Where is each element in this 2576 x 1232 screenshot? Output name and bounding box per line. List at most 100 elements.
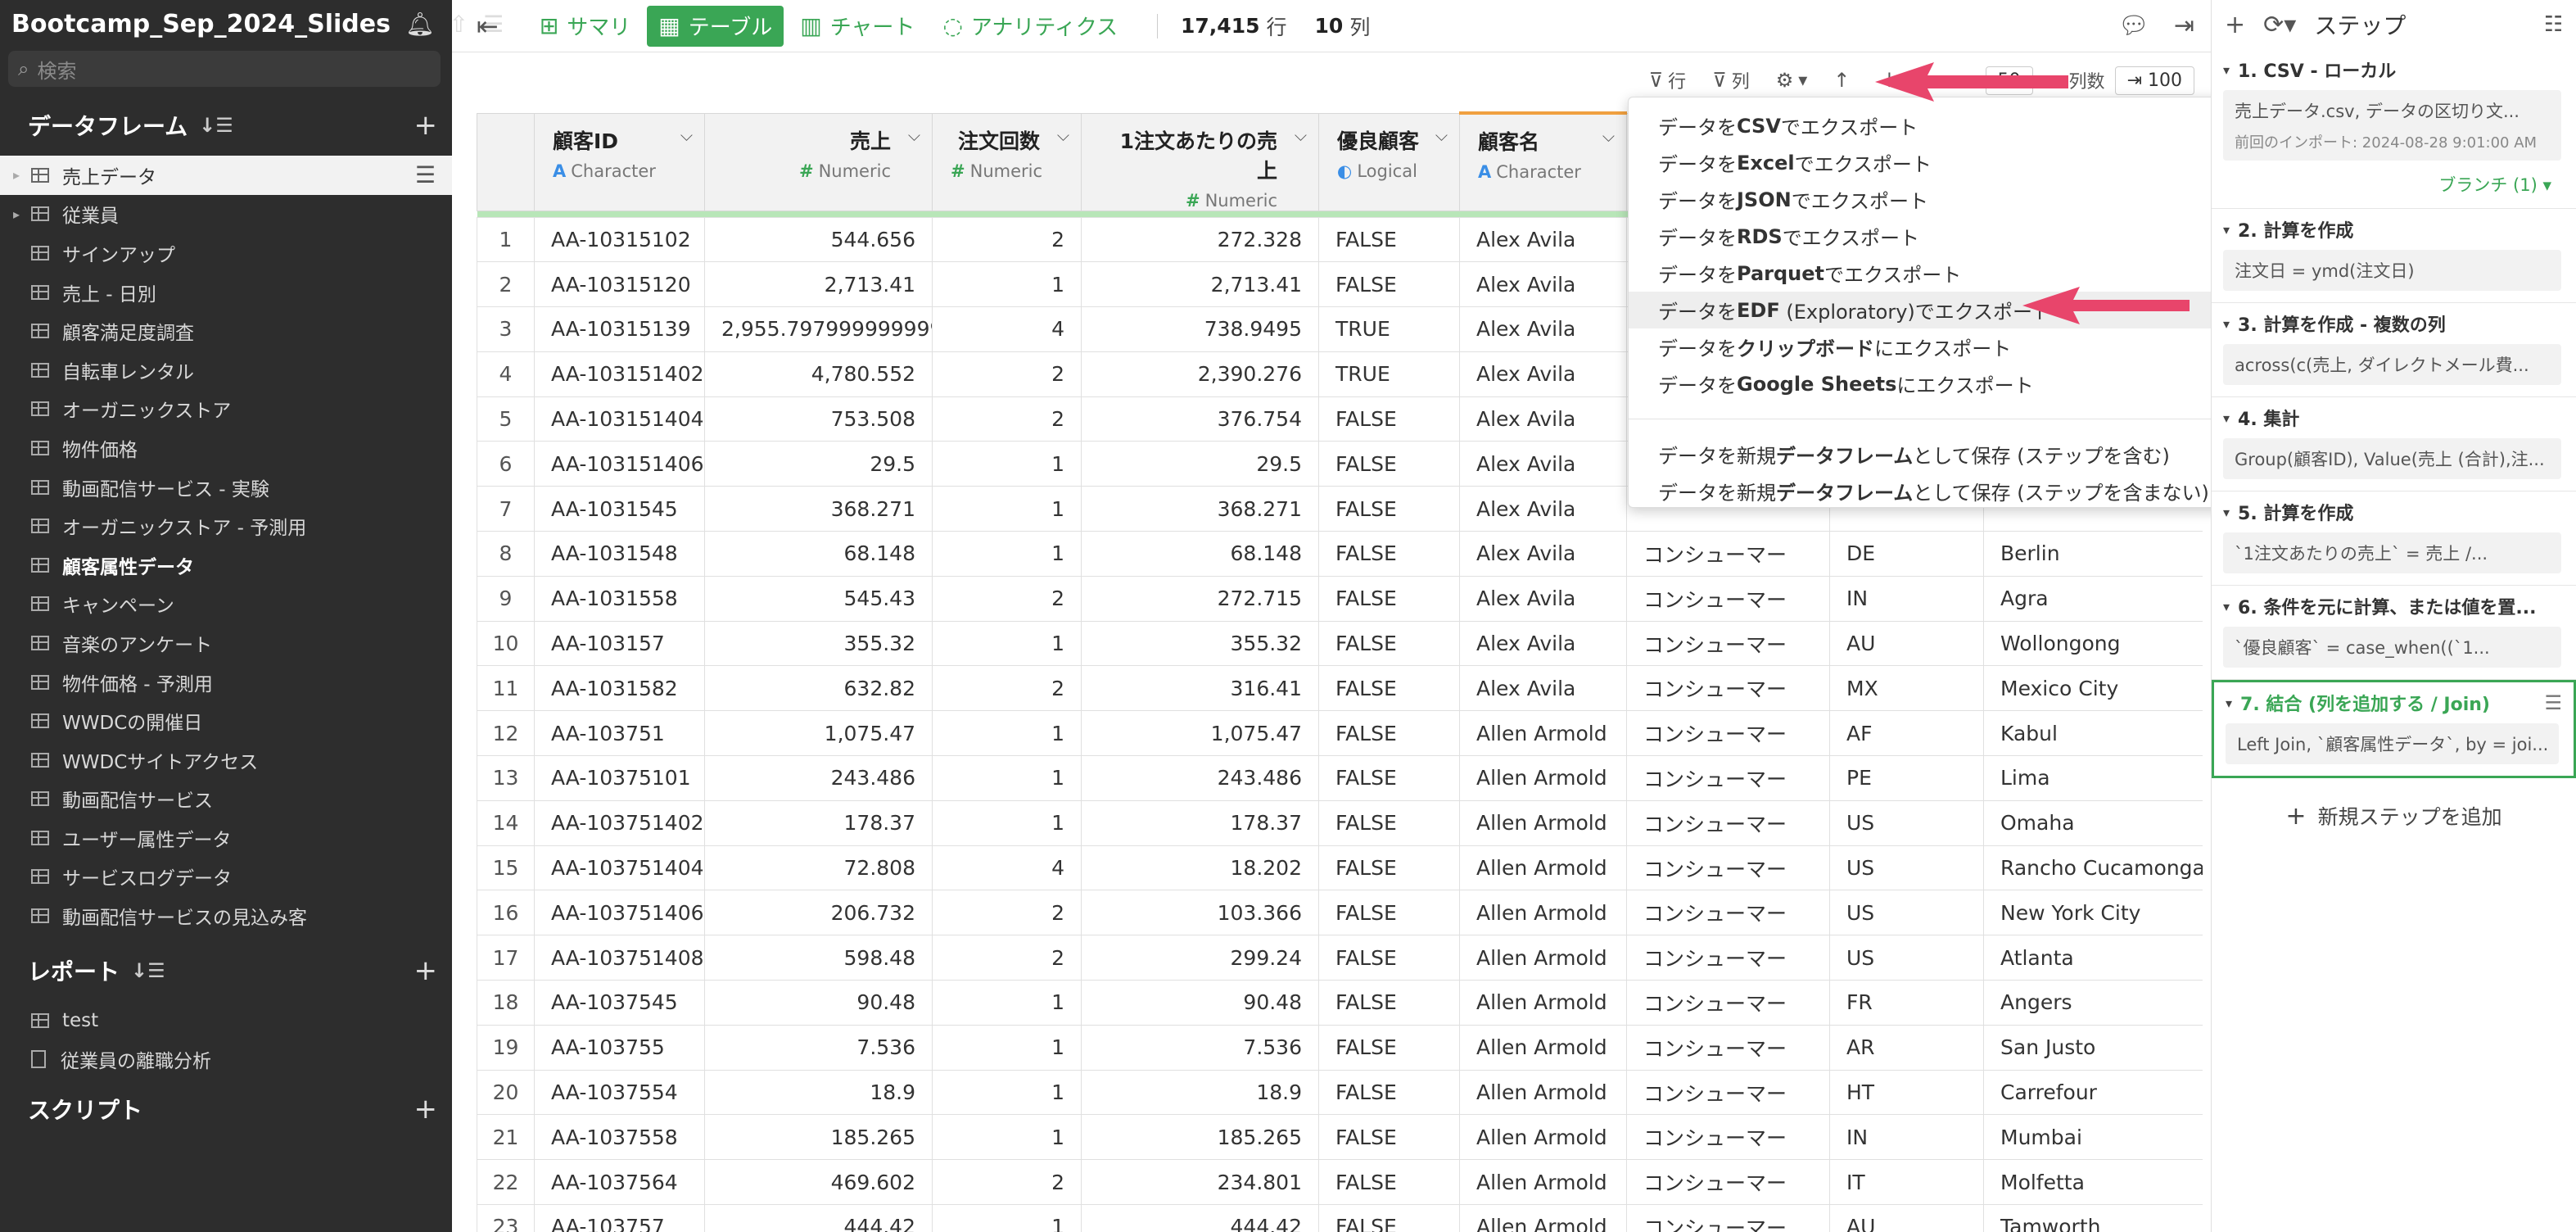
table-cell[interactable]: 355.32 bbox=[704, 620, 933, 667]
import-button[interactable]: ↑ bbox=[1833, 69, 1855, 92]
table-cell[interactable]: コンシューマー bbox=[1626, 845, 1830, 891]
table-cell[interactable]: AF bbox=[1829, 710, 1984, 757]
step-summary[interactable]: Left Join, `顧客属性データ`, by = joi... bbox=[2226, 723, 2559, 764]
add-dataframe-button[interactable]: + bbox=[414, 109, 438, 142]
table-cell[interactable]: IN bbox=[1829, 1114, 1984, 1161]
table-cell[interactable]: 1 bbox=[932, 980, 1082, 1026]
table-cell[interactable]: 234.801 bbox=[1081, 1159, 1319, 1206]
table-cell[interactable]: AA-1031582 bbox=[534, 665, 705, 712]
table-cell[interactable]: AA-103751 bbox=[534, 710, 705, 757]
step-summary[interactable]: `1注文あたりの売上` = 売上 /... bbox=[2223, 532, 2561, 573]
tab-analytics[interactable]: ◌ アナリティクス bbox=[931, 6, 1129, 47]
table-cell[interactable]: FALSE bbox=[1318, 1024, 1460, 1071]
export-menu-item[interactable]: データを Excel でエクスポート bbox=[1629, 144, 2246, 181]
table-cell[interactable]: 4 bbox=[932, 845, 1082, 891]
table-cell[interactable]: US bbox=[1829, 799, 1984, 846]
table-cell[interactable]: AA-1031548 bbox=[534, 531, 705, 577]
table-cell[interactable]: Wollongong bbox=[1983, 620, 2203, 667]
table-cell[interactable]: Allen Armold bbox=[1459, 710, 1627, 757]
table-cell[interactable]: 29.5 bbox=[704, 441, 933, 487]
collapse-sidebar-icon[interactable]: ⇤ bbox=[477, 11, 499, 42]
table-cell[interactable]: Allen Armold bbox=[1459, 1159, 1627, 1206]
table-cell[interactable]: 545.43 bbox=[704, 575, 933, 622]
table-cell[interactable]: FALSE bbox=[1318, 755, 1460, 801]
table-cell[interactable]: AU bbox=[1829, 1204, 1984, 1232]
step-summary[interactable]: 売上データ.csv, データの区切り文... 前回のインポート: 2024-08-… bbox=[2223, 90, 2561, 161]
table-cell[interactable]: Allen Armold bbox=[1459, 935, 1627, 981]
table-cell[interactable]: Angers bbox=[1983, 980, 2203, 1026]
collapse-triangle-icon[interactable]: ▾ bbox=[2223, 505, 2230, 520]
table-cell[interactable]: FALSE bbox=[1318, 1069, 1460, 1116]
table-cell[interactable]: AA-1031545 bbox=[534, 486, 705, 532]
sidebar-dataframe-item[interactable]: ▸ 従業員 bbox=[0, 195, 452, 234]
step-summary[interactable]: 注文日 = ymd(注文日) bbox=[2223, 250, 2561, 291]
table-cell[interactable]: 185.265 bbox=[1081, 1114, 1319, 1161]
collapse-triangle-icon[interactable]: ▾ bbox=[2223, 62, 2230, 78]
table-cell[interactable]: 1 bbox=[932, 531, 1082, 577]
table-cell[interactable]: 1 bbox=[932, 799, 1082, 846]
step-item[interactable]: ▾ 4. 集計 Group(顧客ID), Value(売上 (合計),注... bbox=[2212, 397, 2576, 491]
table-cell[interactable]: Berlin bbox=[1983, 531, 2203, 577]
step-item[interactable]: ▾ 5. 計算を作成 `1注文あたりの売上` = 売上 /... bbox=[2212, 491, 2576, 586]
sidebar-dataframe-item[interactable]: 動画配信サービスの見込み客 bbox=[0, 896, 452, 935]
table-cell[interactable]: コンシューマー bbox=[1626, 1069, 1830, 1116]
comment-icon[interactable]: 💬︎ bbox=[2118, 11, 2149, 40]
column-header[interactable]: 注文回数 ⌵ # Numeric bbox=[932, 112, 1082, 211]
table-cell[interactable]: 2,955.797999999999 bbox=[704, 306, 933, 352]
table-cell[interactable]: Alex Avila bbox=[1459, 306, 1627, 352]
table-cell[interactable]: 368.271 bbox=[1081, 486, 1319, 532]
table-cell[interactable]: 272.715 bbox=[1081, 575, 1319, 622]
table-cell[interactable]: 2 bbox=[932, 351, 1082, 397]
table-cell[interactable]: Allen Armold bbox=[1459, 1069, 1627, 1116]
table-cell[interactable]: 68.148 bbox=[704, 531, 933, 577]
step-summary[interactable]: Group(顧客ID), Value(売上 (合計),注... bbox=[2223, 438, 2561, 479]
column-header[interactable]: 顧客名 ⌵ A Character bbox=[1459, 111, 1627, 211]
table-cell[interactable]: Alex Avila bbox=[1459, 620, 1627, 667]
table-cell[interactable]: AA-10315139 bbox=[534, 306, 705, 352]
chevron-down-icon[interactable]: ⌵ bbox=[1057, 125, 1069, 145]
search-input[interactable]: ⌕ 検索 bbox=[8, 51, 441, 87]
table-cell[interactable]: 4 bbox=[932, 306, 1082, 352]
step-item[interactable]: ▾ 6. 条件を元に計算、または値を置... `優良顧客` = case_when(… bbox=[2212, 586, 2576, 680]
step-title[interactable]: ▾ 5. 計算を作成 bbox=[2223, 491, 2576, 532]
table-cell[interactable]: 90.48 bbox=[704, 980, 933, 1026]
step-item[interactable]: ▾ 1. CSV - ローカル 売上データ.csv, データの区切り文... 前回のイ… bbox=[2212, 49, 2576, 209]
table-cell[interactable]: 1,075.47 bbox=[704, 710, 933, 757]
sidebar-dataframe-item[interactable]: 物件価格 - 予測用 bbox=[0, 663, 452, 702]
table-cell[interactable]: Allen Armold bbox=[1459, 755, 1627, 801]
column-header[interactable]: 売上 ⌵ # Numeric bbox=[704, 112, 933, 211]
table-cell[interactable]: Allen Armold bbox=[1459, 980, 1627, 1026]
chevron-down-icon[interactable]: ⌵ bbox=[680, 125, 693, 145]
table-cell[interactable]: AA-103751404 bbox=[534, 845, 705, 891]
table-cell[interactable]: コンシューマー bbox=[1626, 935, 1830, 981]
collapse-right-pane-icon[interactable]: ⇥ bbox=[2174, 11, 2194, 40]
step-title[interactable]: ▾ 3. 計算を作成 - 複数の列 bbox=[2223, 303, 2576, 344]
add-step-plus-icon[interactable]: + bbox=[2225, 11, 2245, 39]
table-cell[interactable]: AA-1037558 bbox=[534, 1114, 705, 1161]
table-cell[interactable]: コンシューマー bbox=[1626, 1204, 1830, 1232]
chevron-down-icon[interactable]: ⌵ bbox=[908, 125, 920, 145]
table-cell[interactable]: 632.82 bbox=[704, 665, 933, 712]
table-cell[interactable]: Mumbai bbox=[1983, 1114, 2203, 1161]
table-cell[interactable]: 2 bbox=[932, 1159, 1082, 1206]
sort-icon[interactable]: ↓☰ bbox=[199, 114, 233, 137]
table-cell[interactable]: Kabul bbox=[1983, 710, 2203, 757]
table-cell[interactable]: FALSE bbox=[1318, 441, 1460, 487]
table-cell[interactable]: PE bbox=[1829, 755, 1984, 801]
table-cell[interactable]: 185.265 bbox=[704, 1114, 933, 1161]
table-cell[interactable]: 1 bbox=[932, 486, 1082, 532]
table-cell[interactable]: AA-103751408 bbox=[534, 935, 705, 981]
table-cell[interactable]: 178.37 bbox=[1081, 799, 1319, 846]
tab-chart[interactable]: ▥ チャート bbox=[789, 6, 926, 47]
table-cell[interactable]: FALSE bbox=[1318, 710, 1460, 757]
item-menu-icon[interactable]: ☰ bbox=[415, 161, 436, 188]
sidebar-dataframe-item[interactable]: 動画配信サービス bbox=[0, 780, 452, 819]
project-title[interactable]: Bootcamp_Sep_2024_Slides bbox=[11, 10, 391, 38]
table-cell[interactable]: 1 bbox=[932, 261, 1082, 308]
table-cell[interactable]: 272.328 bbox=[1081, 216, 1319, 263]
cols-per-page-field[interactable]: ⇥ 100 bbox=[2114, 66, 2194, 95]
table-cell[interactable]: FALSE bbox=[1318, 575, 1460, 622]
table-cell[interactable]: コンシューマー bbox=[1626, 1159, 1830, 1206]
add-script-button[interactable]: + bbox=[414, 1093, 438, 1126]
table-cell[interactable]: 2 bbox=[932, 396, 1082, 442]
